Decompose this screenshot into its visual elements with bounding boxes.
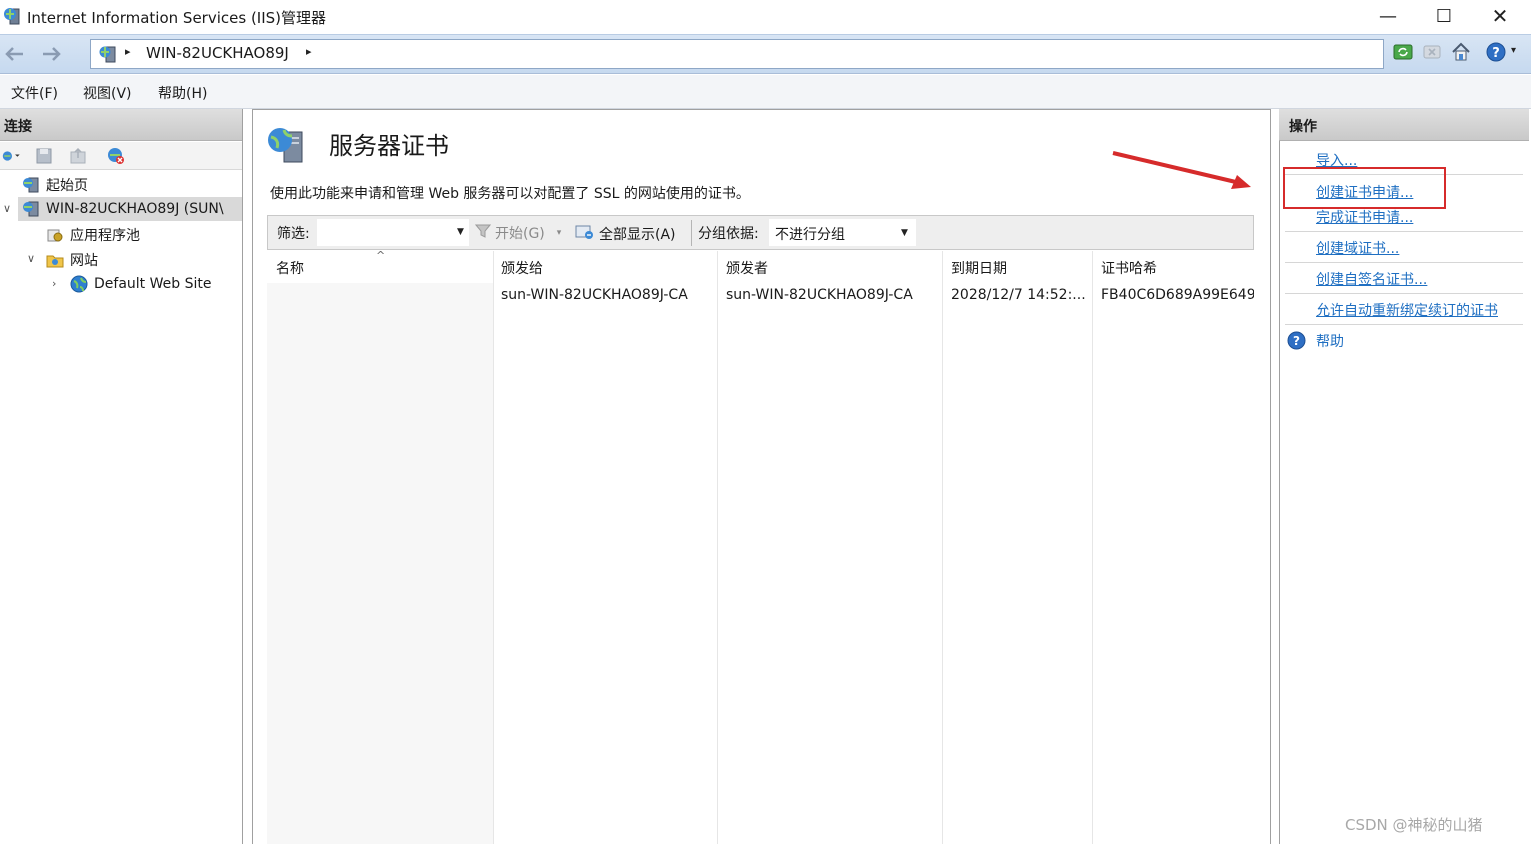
table-cell-expiration[interactable]: 2028/12/7 14:52:... [951, 287, 1089, 303]
window-title: Internet Information Services (IIS)管理器 [27, 9, 327, 27]
filter-go-button[interactable]: 开始(G) ▾ [474, 223, 562, 243]
server-certificate-icon [266, 124, 308, 166]
svg-text:?: ? [1492, 46, 1500, 61]
menu-help[interactable]: 帮助(H) [158, 83, 207, 103]
chevron-down-icon[interactable]: ▾ [1511, 45, 1516, 56]
tree-item-label: 起始页 [46, 178, 88, 194]
server-icon [98, 44, 118, 64]
svg-text:?: ? [1293, 334, 1300, 348]
column-header-issued-to[interactable]: 颁发给 [501, 258, 543, 278]
chevron-down-icon[interactable]: ▾ [557, 228, 562, 238]
tree-item-label: WIN-82UCKHAO89J (SUN\ [46, 201, 224, 217]
sites-folder-icon [46, 251, 64, 269]
action-divider [1285, 262, 1523, 263]
menu-file[interactable]: 文件(F) [11, 83, 58, 103]
page-title: 服务器证书 [329, 132, 449, 160]
sort-ascending-icon: ^ [376, 249, 386, 262]
watermark: CSDN @神秘的山猪 [1345, 816, 1483, 834]
back-arrow-icon[interactable] [0, 40, 30, 68]
highlight-box [1283, 167, 1446, 209]
column-divider [493, 251, 494, 844]
funnel-icon [474, 224, 492, 242]
tree-item-label: 应用程序池 [70, 228, 140, 244]
server-icon [22, 200, 40, 218]
table-cell-hash[interactable]: FB40C6D689A99E649 [1101, 287, 1254, 303]
connections-title: 连接 [4, 119, 32, 135]
menu-bar [0, 75, 1531, 109]
name-column-shade [267, 283, 493, 844]
stop-icon[interactable] [1421, 41, 1443, 63]
collapse-arrow-icon[interactable]: ∨ [3, 202, 11, 215]
filter-input[interactable] [317, 219, 469, 246]
group-by-value: 不进行分组 [775, 227, 845, 243]
page-description: 使用此功能来申请和管理 Web 服务器可以对配置了 SSL 的网站使用的证书。 [270, 186, 750, 202]
help-icon[interactable]: ? [1485, 41, 1507, 63]
tree-item-server[interactable]: WIN-82UCKHAO89J (SUN\ [22, 200, 224, 218]
action-enable-auto-rebind[interactable]: 允许自动重新绑定续订的证书 [1316, 300, 1498, 320]
action-help[interactable]: 帮助 [1316, 331, 1344, 351]
minimize-button[interactable]: — [1360, 0, 1416, 32]
toolbar-divider [691, 220, 692, 246]
disconnect-icon[interactable] [106, 146, 126, 166]
column-header-name[interactable]: 名称 [276, 258, 304, 278]
iis-app-icon [3, 6, 23, 26]
maximize-button[interactable]: ☐ [1416, 0, 1472, 32]
filter-label: 筛选: [277, 226, 310, 242]
action-divider [1285, 231, 1523, 232]
tree-item-start-page[interactable]: 起始页 [22, 175, 88, 195]
action-create-domain-certificate[interactable]: 创建域证书... [1316, 238, 1399, 258]
connect-icon[interactable] [2, 146, 22, 166]
column-divider [942, 251, 943, 844]
actions-title: 操作 [1289, 119, 1317, 135]
action-divider [1285, 324, 1523, 325]
column-divider [717, 251, 718, 844]
tree-item-app-pools[interactable]: 应用程序池 [46, 225, 140, 245]
column-header-hash[interactable]: 证书哈希 [1101, 258, 1157, 278]
expand-arrow-icon[interactable]: › [52, 277, 56, 290]
filter-go-label: 开始(G) [495, 226, 545, 242]
chevron-down-icon[interactable]: ▼ [457, 227, 464, 237]
column-header-expiration[interactable]: 到期日期 [951, 258, 1007, 278]
menu-view[interactable]: 视图(V) [83, 83, 132, 103]
tree-item-sites[interactable]: 网站 [46, 250, 98, 270]
start-page-icon [22, 176, 40, 194]
close-button[interactable]: ✕ [1472, 0, 1528, 32]
home-icon[interactable] [1450, 41, 1472, 63]
chevron-down-icon[interactable]: ▼ [901, 228, 908, 238]
connections-header [0, 109, 242, 141]
tree-item-default-web-site[interactable]: Default Web Site [70, 275, 211, 293]
globe-icon [70, 275, 88, 293]
show-all-label: 全部显示(A) [599, 227, 676, 243]
forward-arrow-icon[interactable] [36, 40, 66, 68]
action-divider [1285, 293, 1523, 294]
annotation-arrow-icon [1105, 145, 1265, 195]
refresh-icon[interactable] [1392, 41, 1414, 63]
column-divider [1092, 251, 1093, 844]
save-icon[interactable] [34, 146, 54, 166]
table-cell-issued-by[interactable]: sun-WIN-82UCKHAO89J-CA [726, 287, 936, 303]
collapse-arrow-icon[interactable]: ∨ [27, 252, 35, 265]
show-all-button[interactable]: 全部显示(A) [575, 223, 676, 245]
breadcrumb-arrow-icon[interactable]: ▸ [125, 45, 131, 58]
group-by-label: 分组依据: [698, 226, 759, 242]
help-icon: ? [1287, 331, 1306, 350]
show-all-icon [575, 223, 595, 245]
tree-item-label: Default Web Site [94, 276, 212, 292]
tree-item-label: 网站 [70, 253, 98, 269]
app-pool-icon [46, 226, 64, 244]
breadcrumb-arrow-icon[interactable]: ▸ [306, 45, 312, 58]
column-header-issued-by[interactable]: 颁发者 [726, 258, 768, 278]
table-cell-issued-to[interactable]: sun-WIN-82UCKHAO89J-CA [501, 287, 711, 303]
up-level-icon[interactable] [68, 146, 88, 166]
action-complete-certificate-request[interactable]: 完成证书申请... [1316, 207, 1413, 227]
breadcrumb-server[interactable]: WIN-82UCKHAO89J [146, 44, 289, 62]
action-create-self-signed-certificate[interactable]: 创建自签名证书... [1316, 269, 1427, 289]
